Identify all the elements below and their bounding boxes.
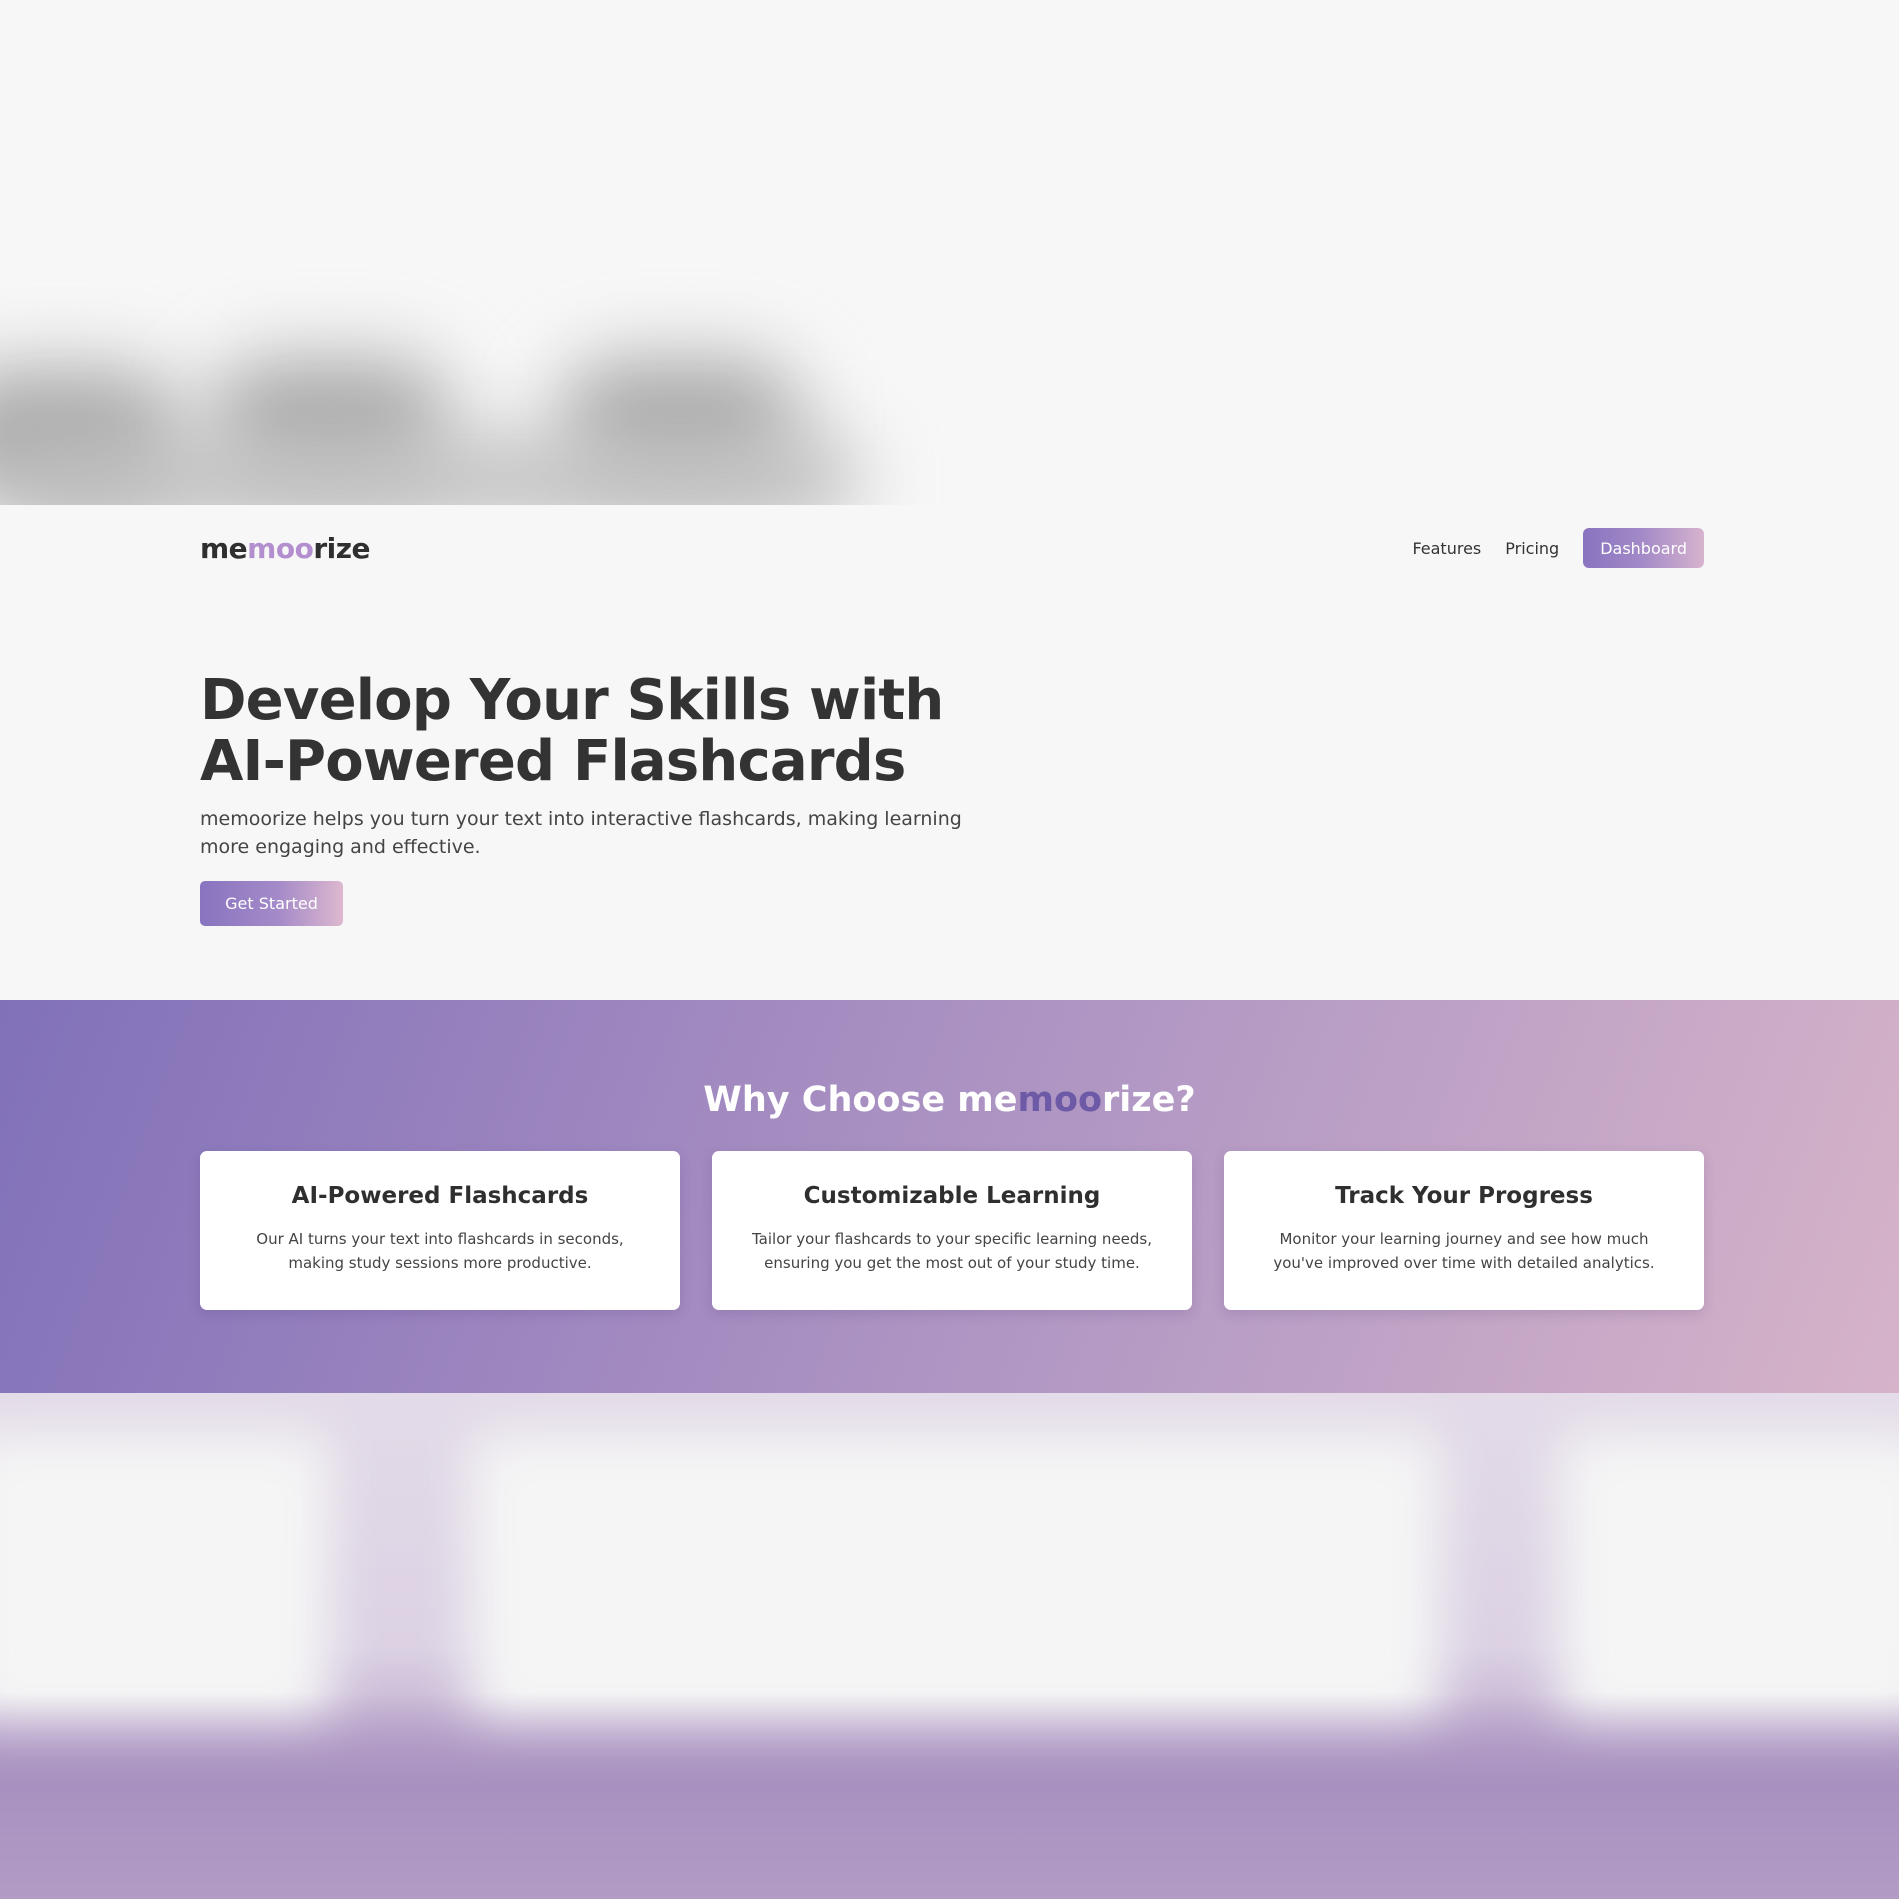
features-section: Why Choose memoorize? AI-Powered Flashca… — [0, 1000, 1899, 1393]
site-header: memoorize Features Pricing Dashboard — [0, 505, 1899, 595]
feature-card-title: Track Your Progress — [1335, 1183, 1593, 1209]
feature-card: Track Your Progress Monitor your learnin… — [1224, 1151, 1704, 1310]
nav-link-features[interactable]: Features — [1412, 539, 1481, 558]
feature-card-text: Monitor your learning journey and see ho… — [1273, 1230, 1655, 1272]
blurred-fade — [0, 1693, 1899, 1899]
dashboard-button[interactable]: Dashboard — [1583, 528, 1704, 568]
blurred-panel — [1560, 1433, 1899, 1733]
blurred-top-region — [0, 0, 1899, 505]
blurred-panel — [0, 1433, 330, 1733]
feature-card-title: AI-Powered Flashcards — [291, 1183, 589, 1209]
feature-cards: AI-Powered Flashcards Our AI turns your … — [200, 1151, 1704, 1310]
feature-card: AI-Powered Flashcards Our AI turns your … — [200, 1151, 680, 1310]
hero-title: Develop Your Skills with AI-Powered Flas… — [200, 670, 1000, 792]
get-started-button[interactable]: Get Started — [200, 881, 343, 926]
blurred-panel — [470, 1433, 1440, 1733]
hero-subtitle: memoorize helps you turn your text into … — [200, 808, 962, 858]
features-heading: Why Choose memoorize? — [0, 1080, 1899, 1120]
features-heading-brand-prefix: me — [957, 1080, 1018, 1120]
logo-suffix: rize — [313, 532, 371, 565]
features-heading-suffix: ? — [1175, 1080, 1196, 1120]
hero-title-line1: Develop Your Skills with — [200, 668, 944, 733]
feature-card-text: Our AI turns your text into flashcards i… — [256, 1230, 624, 1272]
features-heading-brand-suffix: rize — [1102, 1080, 1176, 1120]
blurred-shape — [0, 440, 860, 505]
features-heading-prefix: Why Choose — [703, 1080, 958, 1120]
nav-link-pricing[interactable]: Pricing — [1505, 539, 1559, 558]
main-nav: Features Pricing Dashboard — [1412, 528, 1704, 568]
logo[interactable]: memoorize — [200, 532, 371, 565]
feature-card: Customizable Learning Tailor your flashc… — [712, 1151, 1192, 1310]
hero-title-line2: AI-Powered Flashcards — [200, 729, 906, 794]
feature-card-text: Tailor your flashcards to your specific … — [751, 1230, 1153, 1272]
hero-section: Develop Your Skills with AI-Powered Flas… — [200, 670, 1000, 926]
logo-middle: moo — [247, 532, 314, 565]
feature-card-title: Customizable Learning — [803, 1183, 1101, 1209]
blurred-bottom-region — [0, 1393, 1899, 1899]
features-heading-brand-middle: moo — [1017, 1080, 1103, 1120]
logo-prefix: me — [200, 532, 248, 565]
